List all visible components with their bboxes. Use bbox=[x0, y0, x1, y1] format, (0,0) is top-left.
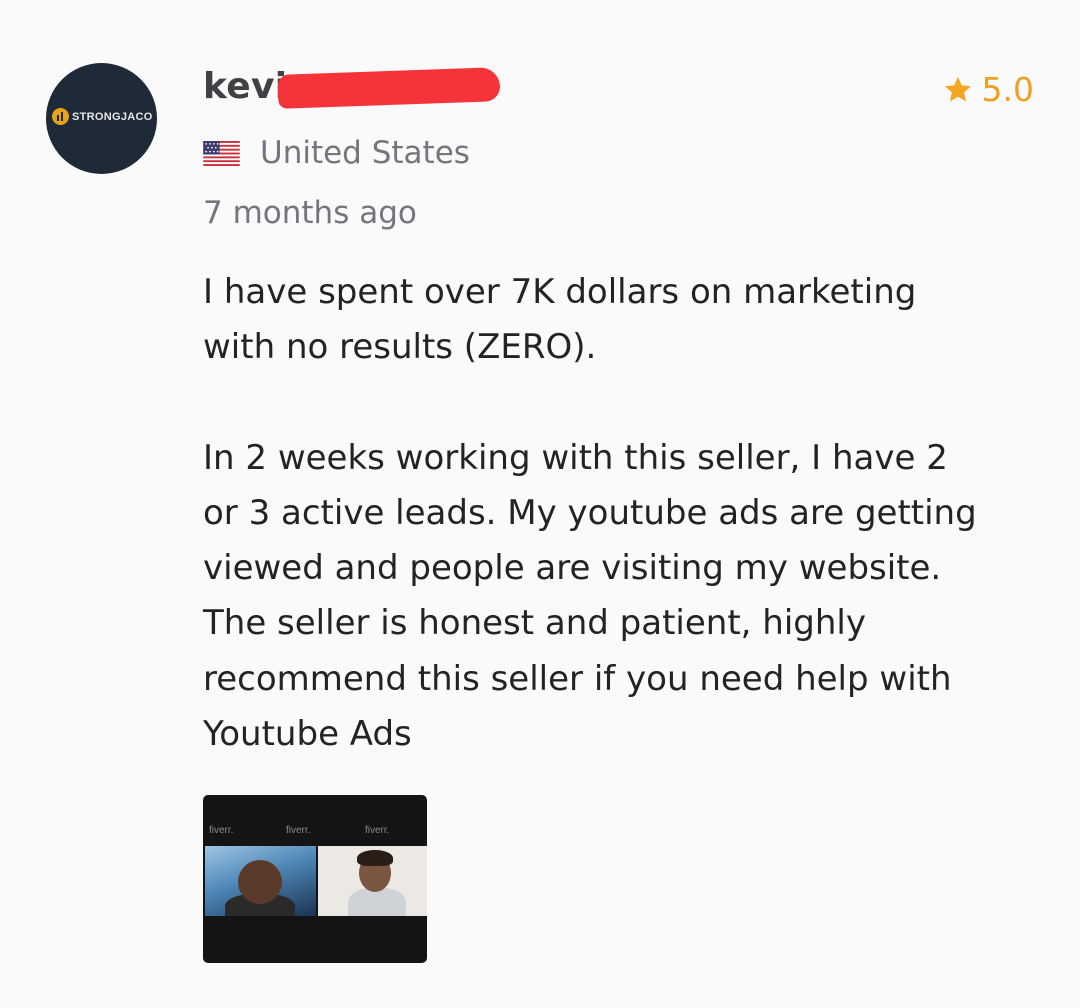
review-paragraph: In 2 weeks working with this seller, I h… bbox=[203, 437, 977, 755]
avatar-logo-text: STRONGJACO bbox=[72, 110, 153, 123]
us-flag-icon bbox=[203, 140, 240, 166]
reviewer-name[interactable]: kevi bbox=[203, 66, 287, 107]
country-name: United States bbox=[260, 135, 470, 171]
reviewer-country: United States bbox=[203, 135, 470, 171]
avatar-logo: STRONGJACO bbox=[52, 108, 153, 125]
rating-score: 5.0 bbox=[981, 70, 1034, 109]
review-attachment-thumbnail[interactable]: fiverr. fiverr. fiverr. bbox=[203, 795, 427, 963]
watermark-text: fiverr. bbox=[209, 825, 234, 836]
reviewer-avatar[interactable]: STRONGJACO bbox=[46, 63, 157, 174]
review-paragraph: I have spent over 7K dollars on marketin… bbox=[203, 272, 917, 368]
watermark-text: fiverr. bbox=[286, 825, 311, 836]
watermark-text: fiverr. bbox=[365, 825, 390, 836]
star-icon bbox=[944, 76, 971, 101]
logo-mark-icon bbox=[52, 108, 69, 125]
video-participant-right bbox=[318, 846, 427, 916]
review-time: 7 months ago bbox=[203, 195, 417, 231]
redaction-mark bbox=[277, 67, 501, 109]
video-participant-left bbox=[205, 846, 316, 916]
review-text: I have spent over 7K dollars on marketin… bbox=[203, 265, 1053, 762]
review-rating: 5.0 bbox=[942, 70, 1034, 109]
